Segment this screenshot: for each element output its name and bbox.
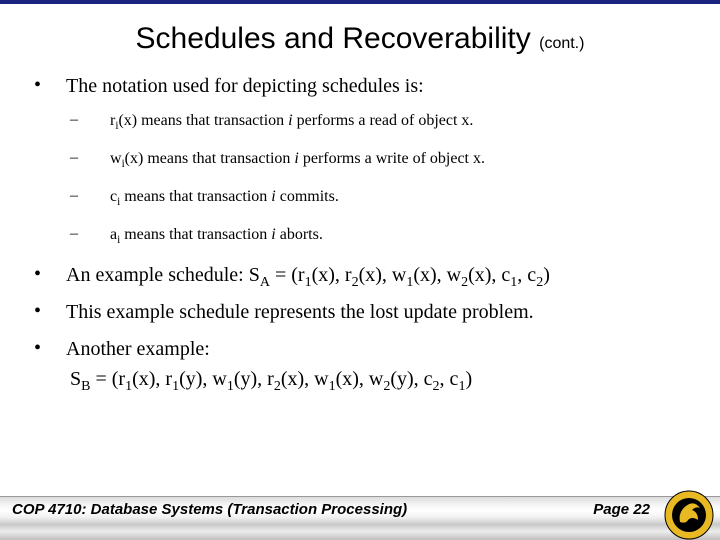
dash-icon: –: [70, 111, 110, 131]
dash-icon: –: [70, 149, 110, 169]
seg: (x), r: [312, 264, 352, 286]
s: 2: [433, 379, 440, 394]
seg: 1: [329, 379, 336, 394]
bullet-intro: • The notation used for depicting schedu…: [28, 74, 692, 99]
seg: (x), w: [336, 368, 384, 390]
seg: (y), r: [234, 368, 274, 390]
s: 1: [227, 379, 234, 394]
seg: 1: [172, 379, 179, 394]
bullet-dot: •: [28, 263, 66, 288]
seg: (y), c: [390, 368, 432, 390]
seg: performs a write of object x.: [299, 150, 485, 167]
s: 2: [274, 379, 281, 394]
seg: w: [110, 150, 122, 167]
seg: = (r: [90, 368, 125, 390]
sub-abort: – ai means that transaction i aborts.: [70, 225, 692, 245]
seg: ): [543, 264, 550, 286]
bullet-dot: •: [28, 337, 66, 362]
seg: , c: [440, 368, 459, 390]
title-main: Schedules and Recoverability: [136, 22, 531, 55]
sub-read-text: ri(x) means that transaction i performs …: [110, 111, 692, 131]
seg: means that transaction: [120, 226, 271, 243]
bullet-dot: •: [28, 300, 66, 325]
seg: (x) means that transaction: [118, 112, 288, 129]
bullet-dot: •: [28, 74, 66, 99]
s: 1: [172, 379, 179, 394]
seg: = (r: [270, 264, 305, 286]
slide-body: Schedules and Recoverability (cont.) • T…: [0, 4, 720, 540]
footer-bar: COP 4710: Database Systems (Transaction …: [0, 496, 720, 540]
bullet-another: • Another example:: [28, 337, 692, 362]
seg: An example schedule: S: [66, 264, 260, 286]
sub-commit: – ci means that transaction i commits.: [70, 187, 692, 207]
seg: ): [465, 368, 472, 390]
seg: performs a read of object x.: [293, 112, 474, 129]
dash-icon: –: [70, 187, 110, 207]
seg: , c: [517, 264, 536, 286]
sub-commit-text: ci means that transaction i commits.: [110, 187, 692, 207]
seg: 2: [352, 275, 359, 290]
slide-content: • The notation used for depicting schedu…: [28, 74, 692, 391]
sub-write: – wi(x) means that transaction i perform…: [70, 149, 692, 169]
seg: (x), w: [413, 264, 461, 286]
seg: S: [70, 368, 81, 390]
seg: commits.: [276, 188, 339, 205]
seg: (y), w: [179, 368, 227, 390]
seg: 1: [227, 379, 234, 394]
seg: (x), r: [132, 368, 172, 390]
dash-icon: –: [70, 225, 110, 245]
s: 1: [305, 275, 312, 290]
footer-course: COP 4710: Database Systems (Transaction …: [12, 501, 593, 518]
title-cont: (cont.): [539, 35, 584, 52]
another-text: Another example:: [66, 337, 692, 362]
seg: (x), c: [468, 264, 510, 286]
slide-title: Schedules and Recoverability (cont.): [28, 22, 692, 56]
bullet-lost-update: • This example schedule represents the l…: [28, 300, 692, 325]
sub-a: A: [260, 275, 270, 290]
s: 2: [352, 275, 359, 290]
seg: (x) means that transaction: [125, 150, 295, 167]
sub-write-text: wi(x) means that transaction i performs …: [110, 149, 692, 169]
example-a-text: An example schedule: SA = (r1(x), r2(x),…: [66, 263, 692, 288]
lost-update-text: This example schedule represents the los…: [66, 300, 692, 325]
sub-read: – ri(x) means that transaction i perform…: [70, 111, 692, 131]
seg: 2: [274, 379, 281, 394]
seg: (x), w: [359, 264, 407, 286]
bullet-example-a: • An example schedule: SA = (r1(x), r2(x…: [28, 263, 692, 288]
s: 1: [329, 379, 336, 394]
ucf-pegasus-logo-icon: [664, 490, 714, 540]
seg: A: [260, 275, 270, 290]
seg: 2: [433, 379, 440, 394]
footer-page: Page 22: [593, 501, 650, 518]
sub-abort-text: ai means that transaction i aborts.: [110, 225, 692, 245]
seg: aborts.: [276, 226, 323, 243]
intro-text: The notation used for depicting schedule…: [66, 74, 692, 99]
seg: (x), w: [281, 368, 329, 390]
seg: means that transaction: [120, 188, 271, 205]
seg: 1: [305, 275, 312, 290]
example-b-text: SB = (r1(x), r1(y), w1(y), r2(x), w1(x),…: [70, 368, 692, 391]
